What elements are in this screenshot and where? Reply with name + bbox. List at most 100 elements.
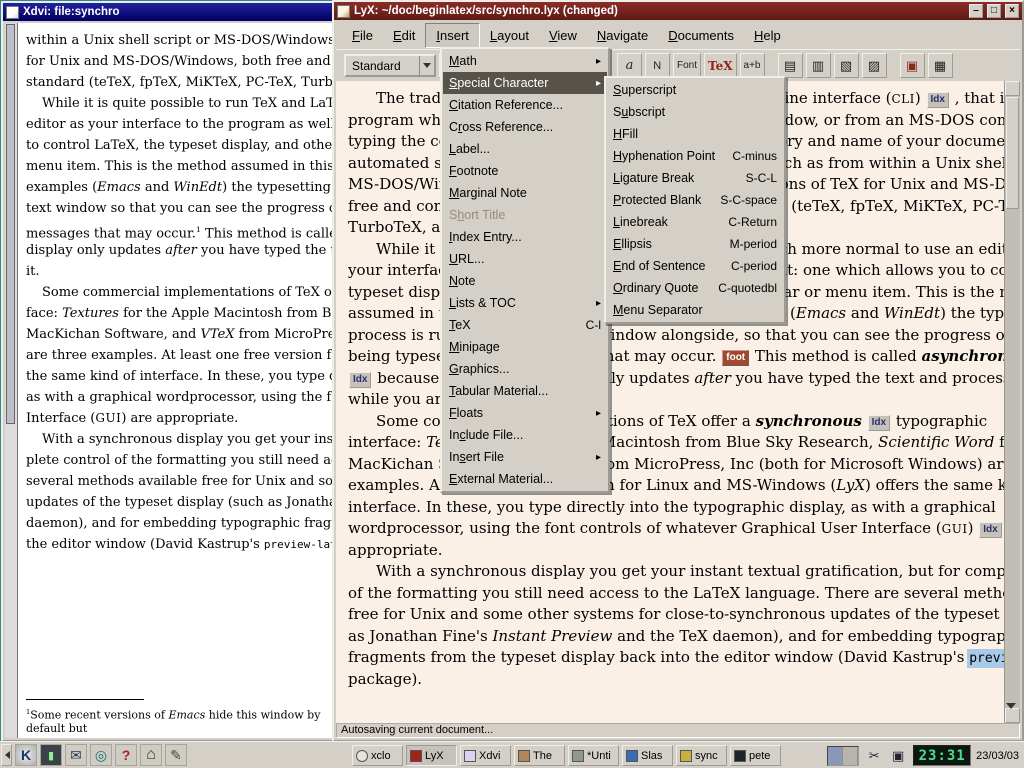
xdvi-titlebar[interactable]: Xdvi: file:synchro — [3, 3, 333, 21]
taskbar-task-xclo[interactable]: xclo — [352, 745, 403, 766]
pager-desktop-1[interactable] — [828, 747, 843, 765]
help-icon[interactable]: ? — [115, 744, 137, 766]
menu-item-url[interactable]: URL... — [443, 248, 607, 270]
menubar-item-layout[interactable]: Layout — [480, 24, 539, 47]
k-menu-icon[interactable]: K — [15, 744, 37, 766]
menubar-item-help[interactable]: Help — [744, 24, 791, 47]
insert-figure-button[interactable]: ▣ — [900, 53, 925, 78]
idx-inset[interactable]: Idx — [868, 415, 890, 431]
maximize-button[interactable]: □ — [987, 4, 1001, 18]
menu-item-superscript[interactable]: Superscript — [607, 79, 783, 101]
text-segment: after — [694, 369, 731, 387]
xdvi-scrollbar-thumb[interactable] — [6, 24, 15, 424]
itemize-button[interactable]: ▨ — [862, 53, 887, 78]
minimize-button[interactable]: – — [969, 4, 983, 18]
scrollbar-thumb[interactable] — [1006, 97, 1019, 209]
taskbar-task-the[interactable]: The — [514, 745, 565, 766]
text-segment: for Unix and MS-DOS/Windows, both free a… — [26, 54, 333, 69]
submenu-arrow-icon: ▸ — [596, 298, 601, 309]
taskbar-task-unti[interactable]: *Unti — [568, 745, 619, 766]
menu-item-label[interactable]: Label... — [443, 138, 607, 160]
taskbar-task-lyx[interactable]: LyX — [406, 745, 457, 766]
menu-item-note[interactable]: Note — [443, 270, 607, 292]
scroll-up-arrow-icon[interactable] — [1005, 81, 1020, 96]
konqueror-icon[interactable]: ◎ — [90, 744, 112, 766]
menubar-item-navigate[interactable]: Navigate — [587, 24, 658, 47]
insert-table-button[interactable]: ▦ — [928, 53, 953, 78]
text-segment: updates of the typeset display (such as … — [26, 495, 333, 510]
pager-desktop-2[interactable] — [843, 747, 858, 765]
close-button[interactable]: × — [1005, 4, 1019, 18]
menu-item-lists-toc[interactable]: Lists & TOC▸ — [443, 292, 607, 314]
document-scrollbar[interactable] — [1004, 81, 1020, 723]
menu-item-insert-file[interactable]: Insert File▸ — [443, 446, 607, 468]
kmail-icon[interactable]: ✉ — [65, 744, 87, 766]
menu-item-graphics[interactable]: Graphics... — [443, 358, 607, 380]
menu-item-cross-reference[interactable]: Cross Reference... — [443, 116, 607, 138]
xdvi-scrollbar[interactable] — [5, 23, 18, 738]
menu-item-protected-blank[interactable]: Protected BlankS-C-space — [607, 189, 783, 211]
menubar-item-view[interactable]: View — [539, 24, 587, 47]
emphasis-button[interactable]: a — [617, 53, 642, 78]
taskbar-task-slas[interactable]: Slas — [622, 745, 673, 766]
menu-item-label: Insert File — [449, 450, 592, 464]
task-window-icon — [464, 750, 476, 762]
menu-item-citation-reference[interactable]: Citation Reference... — [443, 94, 607, 116]
lists-button[interactable]: ▥ — [806, 53, 831, 78]
menubar-item-edit[interactable]: Edit — [383, 24, 425, 47]
idx-inset[interactable]: Idx — [349, 372, 371, 388]
panel-hide-button[interactable] — [1, 744, 12, 766]
text-segment: WinEdt — [173, 180, 222, 195]
menu-item-marginal-note[interactable]: Marginal Note — [443, 182, 607, 204]
text-line: several methods available free for Unix … — [26, 471, 333, 492]
digital-clock[interactable]: 23:31 — [913, 745, 971, 766]
menu-item-tabular-material[interactable]: Tabular Material... — [443, 380, 607, 402]
depth-increase-button[interactable]: ▤ — [778, 53, 803, 78]
menu-item-include-file[interactable]: Include File... — [443, 424, 607, 446]
taskbar-task-pete[interactable]: pete — [730, 745, 781, 766]
tex-mode-button[interactable]: TeX — [704, 53, 737, 78]
monitor-applet-icon[interactable]: ▣ — [888, 746, 908, 766]
menu-item-index-entry[interactable]: Index Entry... — [443, 226, 607, 248]
enumerate-button[interactable]: ▧ — [834, 53, 859, 78]
noun-button[interactable]: N — [645, 53, 670, 78]
xdvi-page[interactable]: within a Unix shell script or MS-DOS/Win… — [5, 23, 333, 738]
menubar-item-file[interactable]: File — [342, 24, 383, 47]
editor-icon[interactable]: ✎ — [165, 744, 187, 766]
konsole-icon[interactable]: ▮ — [40, 744, 62, 766]
klipper-icon[interactable]: ✂ — [864, 746, 884, 766]
paragraph-style-combo[interactable]: Standard — [344, 54, 436, 77]
menu-item-math[interactable]: Math▸ — [443, 50, 607, 72]
font-dialog-button[interactable]: Font — [673, 53, 701, 78]
menu-item-end-of-sentence[interactable]: End of SentenceC-period — [607, 255, 783, 277]
taskbar-task-sync[interactable]: sync — [676, 745, 727, 766]
menu-item-ordinary-quote[interactable]: Ordinary QuoteC-quotedbl — [607, 277, 783, 299]
home-icon[interactable]: ⌂ — [140, 744, 162, 766]
menu-item-ligature-break[interactable]: Ligature BreakS-C-L — [607, 167, 783, 189]
desktop-pager[interactable] — [827, 746, 859, 766]
scroll-down-arrow-icon[interactable] — [1005, 708, 1020, 723]
menu-item-linebreak[interactable]: LinebreakC-Return — [607, 211, 783, 233]
menu-item-hyphenation-point[interactable]: Hyphenation PointC-minus — [607, 145, 783, 167]
lyx-titlebar[interactable]: LyX: ~/doc/beginlatex/src/synchro.lyx (c… — [334, 2, 1022, 20]
menu-item-external-material[interactable]: External Material... — [443, 468, 607, 490]
menu-item-special-character[interactable]: Special Character▸ — [443, 72, 607, 94]
menu-item-subscript[interactable]: Subscript — [607, 101, 783, 123]
task-window-icon — [356, 750, 368, 762]
menu-item-hfill[interactable]: HFill — [607, 123, 783, 145]
menu-item-label: Floats — [449, 406, 592, 420]
foot-inset[interactable]: foot — [722, 350, 749, 366]
menu-item-tex[interactable]: TeXC-l — [443, 314, 607, 336]
idx-inset[interactable]: Idx — [927, 92, 949, 108]
math-mode-button[interactable]: a+b — [740, 53, 765, 78]
menu-item-minipage[interactable]: Minipage — [443, 336, 607, 358]
idx-inset[interactable]: Idx — [979, 522, 1001, 538]
menu-item-ellipsis[interactable]: EllipsisM-period — [607, 233, 783, 255]
menu-item-floats[interactable]: Floats▸ — [443, 402, 607, 424]
menubar-item-insert[interactable]: Insert — [425, 23, 480, 48]
menubar-item-documents[interactable]: Documents — [658, 24, 744, 47]
text-line: within a Unix shell script or MS-DOS/Win… — [26, 30, 333, 51]
menu-item-menu-separator[interactable]: Menu Separator — [607, 299, 783, 321]
menu-item-footnote[interactable]: Footnote — [443, 160, 607, 182]
taskbar-task-xdvi[interactable]: Xdvi — [460, 745, 511, 766]
